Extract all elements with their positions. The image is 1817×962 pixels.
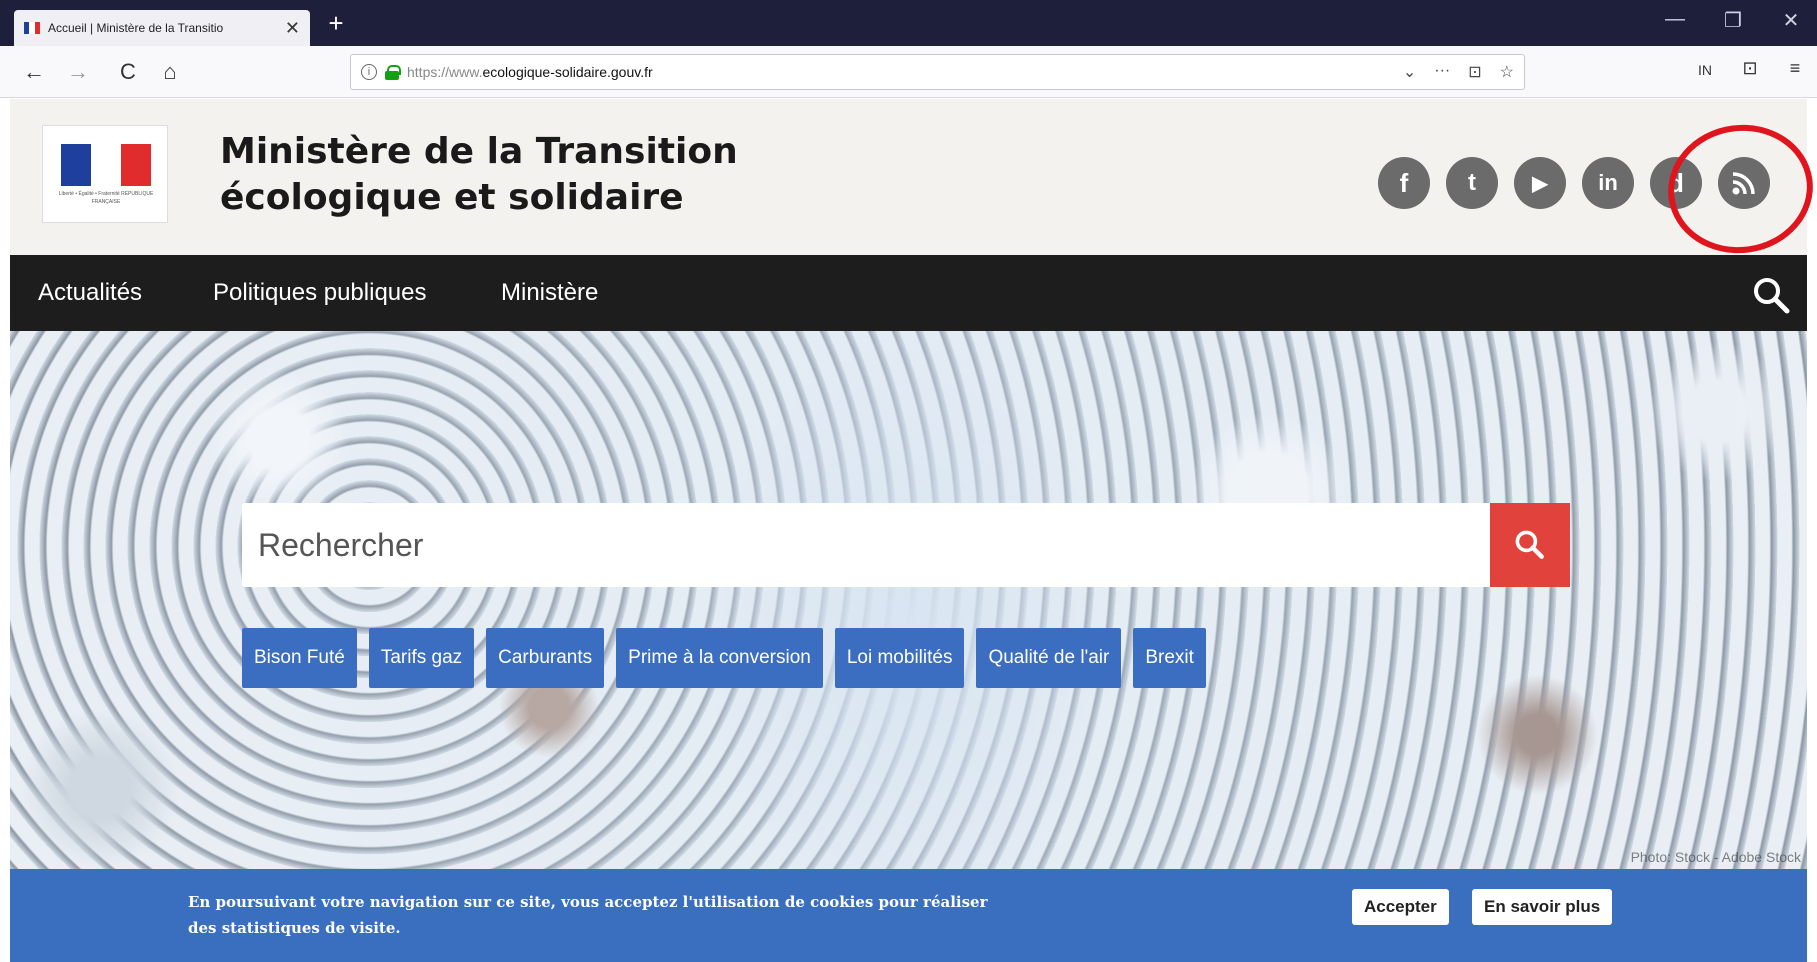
photo-credit: Photo: Stock - Adobe Stock bbox=[1630, 849, 1801, 865]
url-bar[interactable]: i https://www.ecologique-solidaire.gouv.… bbox=[350, 54, 1525, 90]
browser-tab-strip: Accueil | Ministère de la Transitio ✕ + … bbox=[0, 0, 1817, 46]
main-navigation: Actualités Politiques publiques Ministèr… bbox=[10, 255, 1807, 331]
republique-francaise-logo[interactable]: Liberté • Égalité • Fraternité RÉPUBLIQU… bbox=[42, 125, 168, 223]
minimize-icon[interactable]: — bbox=[1655, 8, 1695, 31]
site-title[interactable]: Ministère de la Transition écologique et… bbox=[220, 129, 738, 221]
logo-motto: Liberté • Égalité • Fraternité RÉPUBLIQU… bbox=[58, 191, 154, 205]
browser-tab[interactable]: Accueil | Ministère de la Transitio ✕ bbox=[14, 10, 310, 46]
accept-cookies-button[interactable]: Accepter bbox=[1352, 889, 1449, 925]
tag-loi-mobilites[interactable]: Loi mobilités bbox=[834, 628, 965, 688]
search-icon bbox=[1515, 530, 1544, 559]
page-actions-icon[interactable]: ··· bbox=[1434, 62, 1450, 82]
tab-title: Accueil | Ministère de la Transitio bbox=[48, 21, 224, 35]
library-icon[interactable]: IN bbox=[1690, 62, 1720, 78]
home-icon[interactable]: ⌂ bbox=[154, 56, 186, 88]
search-icon[interactable] bbox=[1751, 275, 1791, 315]
youtube-icon[interactable]: ▶ bbox=[1514, 157, 1566, 209]
search-box[interactable] bbox=[242, 503, 1490, 587]
nav-item-ministere[interactable]: Ministère bbox=[501, 255, 598, 331]
back-arrow-icon[interactable]: ← bbox=[18, 56, 50, 88]
tag-tarifs-gaz[interactable]: Tarifs gaz bbox=[368, 628, 475, 688]
new-tab-button[interactable]: + bbox=[320, 8, 352, 38]
tag-brexit[interactable]: Brexit bbox=[1133, 628, 1206, 688]
dropdown-chevron-icon[interactable]: ⌄ bbox=[1403, 62, 1416, 82]
reload-icon[interactable]: C bbox=[112, 56, 144, 88]
cookie-banner: En poursuivant votre navigation sur ce s… bbox=[10, 869, 1807, 962]
forward-arrow-icon[interactable]: → bbox=[62, 56, 94, 88]
flag-favicon-icon bbox=[24, 22, 40, 34]
tag-carburants[interactable]: Carburants bbox=[486, 628, 605, 688]
search-button[interactable] bbox=[1490, 503, 1570, 587]
tag-qualite-air[interactable]: Qualité de l'air bbox=[976, 628, 1122, 688]
close-tab-icon[interactable]: ✕ bbox=[285, 18, 300, 39]
lock-icon bbox=[385, 65, 401, 80]
tag-prime-conversion[interactable]: Prime à la conversion bbox=[616, 628, 823, 688]
nav-item-actualites[interactable]: Actualités bbox=[38, 255, 142, 331]
twitter-icon[interactable]: t bbox=[1446, 157, 1498, 209]
learn-more-button[interactable]: En savoir plus bbox=[1472, 889, 1613, 925]
nav-item-politiques-publiques[interactable]: Politiques publiques bbox=[213, 255, 426, 331]
site-header: Liberté • Égalité • Fraternité RÉPUBLIQU… bbox=[10, 99, 1807, 255]
browser-toolbar: ← → C ⌂ i https://www.ecologique-solidai… bbox=[0, 46, 1817, 98]
tag-bison-fute[interactable]: Bison Futé bbox=[242, 628, 357, 688]
quick-links: Bison Futé Tarifs gaz Carburants Prime à… bbox=[242, 628, 1206, 688]
cookie-message: En poursuivant votre navigation sur ce s… bbox=[188, 893, 988, 937]
menu-icon[interactable]: ≡ bbox=[1780, 58, 1810, 79]
hero-image bbox=[10, 331, 1807, 869]
url-text[interactable]: https://www.ecologique-solidaire.gouv.fr bbox=[407, 64, 1395, 80]
linkedin-icon[interactable]: in bbox=[1582, 157, 1634, 209]
restore-icon[interactable]: ❐ bbox=[1713, 8, 1753, 33]
search-input[interactable] bbox=[256, 525, 1490, 565]
pocket-icon[interactable]: ⊡ bbox=[1468, 62, 1481, 82]
hero-banner: Bison Futé Tarifs gaz Carburants Prime à… bbox=[10, 331, 1807, 869]
info-icon[interactable]: i bbox=[361, 64, 377, 80]
close-window-icon[interactable]: ✕ bbox=[1771, 8, 1811, 33]
sidebar-icon[interactable]: ⊡ bbox=[1735, 58, 1765, 79]
bookmark-star-icon[interactable]: ☆ bbox=[1500, 62, 1514, 82]
facebook-icon[interactable]: f bbox=[1378, 157, 1430, 209]
